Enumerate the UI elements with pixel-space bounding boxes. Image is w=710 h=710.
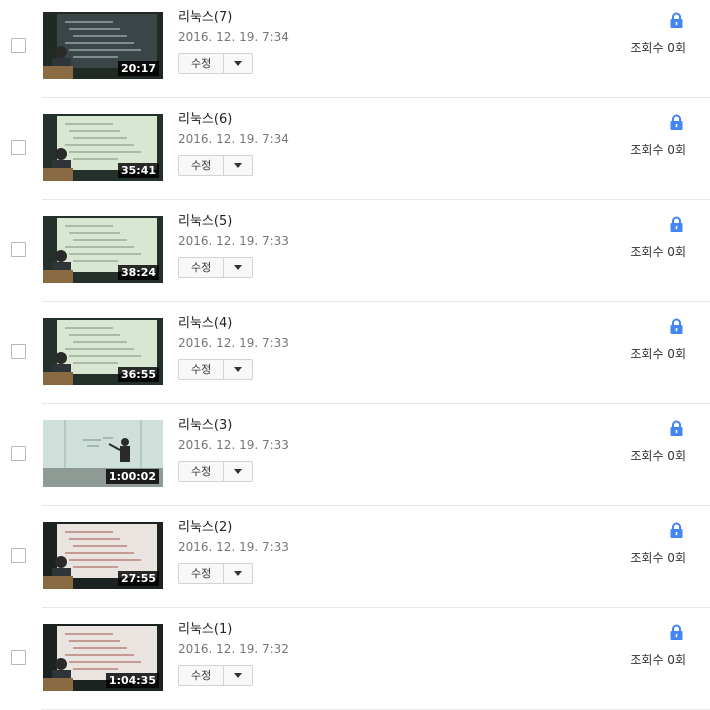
edit-button[interactable]: 수정 <box>178 155 225 176</box>
edit-button-group: 수정 <box>178 563 254 584</box>
lock-icon[interactable] <box>669 114 684 131</box>
upload-date: 2016. 12. 19. 7:32 <box>178 642 289 656</box>
select-checkbox[interactable] <box>11 38 26 53</box>
duration-badge: 36:55 <box>117 367 159 382</box>
select-checkbox[interactable] <box>11 140 26 155</box>
lock-icon[interactable] <box>669 12 684 29</box>
view-count: 조회수 0회 <box>630 449 686 463</box>
lock-icon[interactable] <box>669 216 684 233</box>
more-options-button[interactable] <box>224 257 254 278</box>
video-title[interactable]: 리눅스(4) <box>178 316 232 332</box>
video-thumbnail[interactable]: 1:00:02 <box>43 420 163 487</box>
video-thumbnail[interactable]: 20:17 <box>43 12 163 79</box>
upload-date: 2016. 12. 19. 7:33 <box>178 234 289 248</box>
video-title[interactable]: 리눅스(1) <box>178 622 232 638</box>
video-row: 36:55 리눅스(4) 2016. 12. 19. 7:33 수정 조회수 0회 <box>0 302 710 404</box>
duration-badge: 1:00:02 <box>105 469 159 484</box>
more-options-button[interactable] <box>224 155 254 176</box>
select-checkbox[interactable] <box>11 548 26 563</box>
edit-button[interactable]: 수정 <box>178 53 225 74</box>
video-row: 35:41 리눅스(6) 2016. 12. 19. 7:34 수정 조회수 0회 <box>0 98 710 200</box>
duration-badge: 1:04:35 <box>105 673 159 688</box>
view-count: 조회수 0회 <box>630 245 686 259</box>
chevron-down-icon <box>234 265 243 270</box>
edit-button[interactable]: 수정 <box>178 461 225 482</box>
video-title[interactable]: 리눅스(5) <box>178 214 232 230</box>
video-row: 1:00:02 리눅스(3) 2016. 12. 19. 7:33 수정 조회수 0회 <box>0 404 710 506</box>
upload-date: 2016. 12. 19. 7:34 <box>178 132 289 146</box>
more-options-button[interactable] <box>224 359 254 380</box>
more-options-button[interactable] <box>224 53 254 74</box>
view-count: 조회수 0회 <box>630 551 686 565</box>
more-options-button[interactable] <box>224 665 254 686</box>
select-checkbox[interactable] <box>11 446 26 461</box>
edit-button-group: 수정 <box>178 665 254 686</box>
edit-button-group: 수정 <box>178 257 254 278</box>
video-title[interactable]: 리눅스(3) <box>178 418 232 434</box>
video-title[interactable]: 리눅스(2) <box>178 520 232 536</box>
more-options-button[interactable] <box>224 563 254 584</box>
edit-button[interactable]: 수정 <box>178 359 225 380</box>
duration-badge: 38:24 <box>117 265 159 280</box>
edit-button-group: 수정 <box>178 461 254 482</box>
select-checkbox[interactable] <box>11 650 26 665</box>
select-checkbox[interactable] <box>11 344 26 359</box>
chevron-down-icon <box>234 673 243 678</box>
video-thumbnail[interactable]: 27:55 <box>43 522 163 589</box>
edit-button-group: 수정 <box>178 359 254 380</box>
view-count: 조회수 0회 <box>630 653 686 667</box>
lock-icon[interactable] <box>669 420 684 437</box>
upload-date: 2016. 12. 19. 7:33 <box>178 540 289 554</box>
chevron-down-icon <box>234 367 243 372</box>
view-count: 조회수 0회 <box>630 143 686 157</box>
edit-button[interactable]: 수정 <box>178 665 225 686</box>
chevron-down-icon <box>234 163 243 168</box>
lock-icon[interactable] <box>669 318 684 335</box>
video-thumbnail[interactable]: 36:55 <box>43 318 163 385</box>
edit-button[interactable]: 수정 <box>178 257 225 278</box>
chevron-down-icon <box>234 469 243 474</box>
lock-icon[interactable] <box>669 624 684 641</box>
duration-badge: 27:55 <box>117 571 159 586</box>
upload-date: 2016. 12. 19. 7:34 <box>178 30 289 44</box>
video-row: 27:55 리눅스(2) 2016. 12. 19. 7:33 수정 조회수 0회 <box>0 506 710 608</box>
view-count: 조회수 0회 <box>630 347 686 361</box>
duration-badge: 35:41 <box>117 163 159 178</box>
upload-date: 2016. 12. 19. 7:33 <box>178 336 289 350</box>
more-options-button[interactable] <box>224 461 254 482</box>
video-row: 38:24 리눅스(5) 2016. 12. 19. 7:33 수정 조회수 0회 <box>0 200 710 302</box>
edit-button-group: 수정 <box>178 53 254 74</box>
video-title[interactable]: 리눅스(6) <box>178 112 232 128</box>
video-thumbnail[interactable]: 38:24 <box>43 216 163 283</box>
video-row: 20:17 리눅스(7) 2016. 12. 19. 7:34 수정 조회수 0회 <box>0 0 710 98</box>
chevron-down-icon <box>234 61 243 66</box>
video-thumbnail[interactable]: 35:41 <box>43 114 163 181</box>
upload-date: 2016. 12. 19. 7:33 <box>178 438 289 452</box>
edit-button-group: 수정 <box>178 155 254 176</box>
view-count: 조회수 0회 <box>630 41 686 55</box>
video-title[interactable]: 리눅스(7) <box>178 10 232 26</box>
duration-badge: 20:17 <box>117 61 159 76</box>
video-thumbnail[interactable]: 1:04:35 <box>43 624 163 691</box>
video-row: 1:04:35 리눅스(1) 2016. 12. 19. 7:32 수정 조회수 0회 <box>0 608 710 710</box>
chevron-down-icon <box>234 571 243 576</box>
edit-button[interactable]: 수정 <box>178 563 225 584</box>
select-checkbox[interactable] <box>11 242 26 257</box>
lock-icon[interactable] <box>669 522 684 539</box>
